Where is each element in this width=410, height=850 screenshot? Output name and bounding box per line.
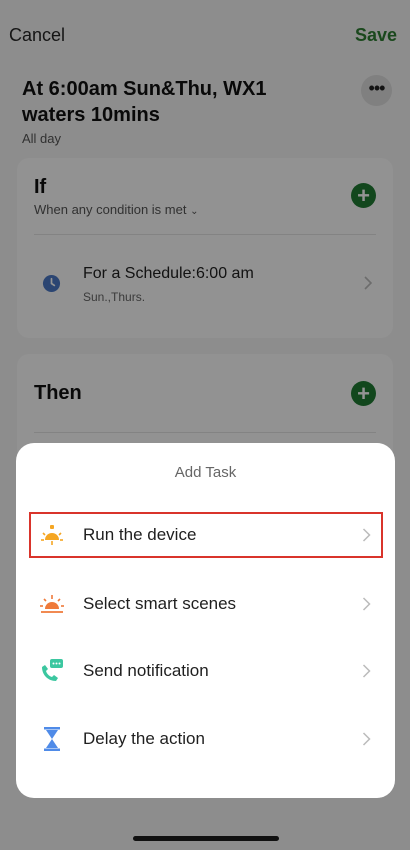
phone-message-icon [42, 659, 63, 681]
option-delay-action[interactable]: Delay the action [29, 716, 383, 762]
sheet-title: Add Task [174, 464, 237, 481]
chevron-right-icon [362, 528, 371, 542]
option-select-smart-scenes[interactable]: Select smart scenes [29, 581, 383, 627]
home-indicator [133, 836, 279, 841]
option-label: Delay the action [83, 729, 205, 748]
option-label: Run the device [83, 525, 197, 544]
chevron-right-icon [362, 732, 371, 746]
add-task-sheet: Add Task Run the device Select smart sce… [16, 443, 395, 798]
chevron-right-icon [362, 664, 371, 678]
sunrise-scene-icon [40, 595, 64, 613]
hourglass-icon [44, 727, 60, 751]
option-send-notification[interactable]: Send notification [29, 648, 383, 694]
option-label: Select smart scenes [83, 594, 237, 613]
option-label: Send notification [83, 661, 209, 680]
chevron-right-icon [362, 597, 371, 611]
device-bulb-icon [41, 525, 63, 545]
option-run-device[interactable]: Run the device [29, 512, 383, 558]
